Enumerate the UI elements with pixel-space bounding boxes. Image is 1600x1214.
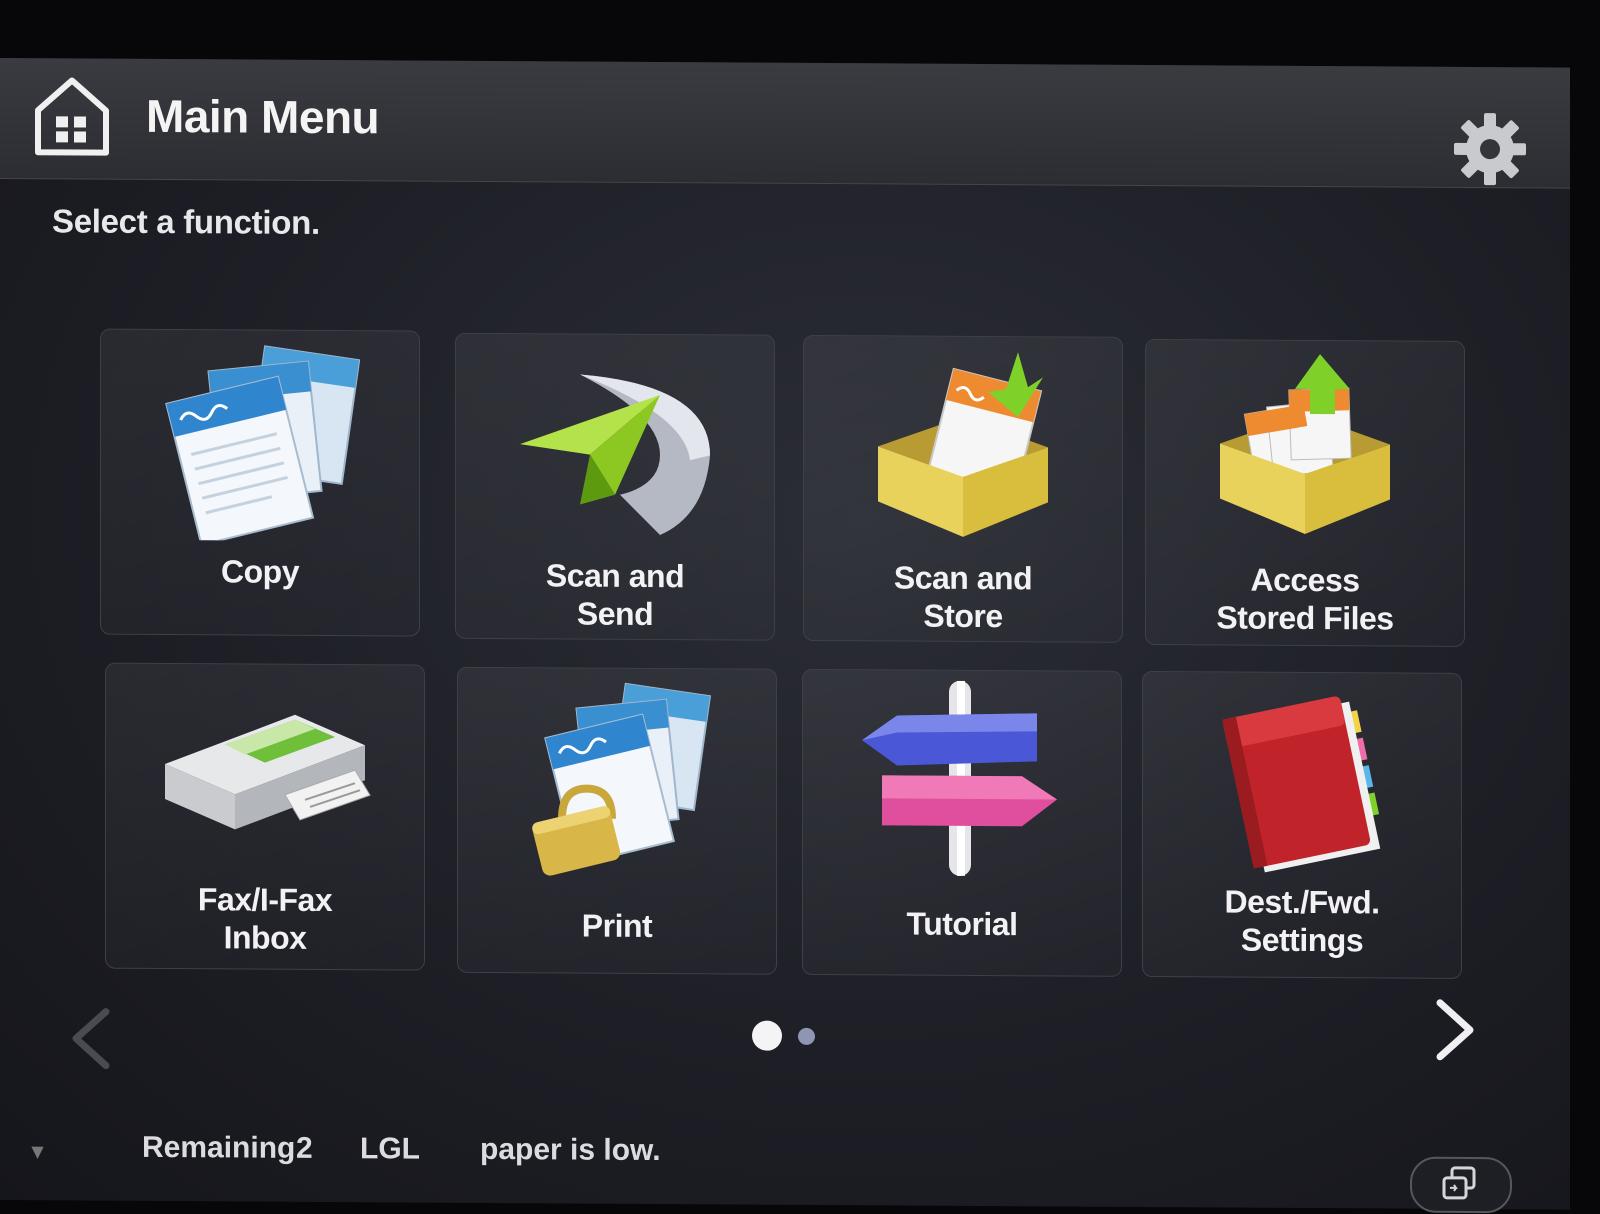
scan-and-send-label-line2: Send	[576, 595, 654, 632]
fax-inbox-button[interactable]: Fax/I-Fax Inbox	[105, 662, 425, 971]
fax-machine-icon	[165, 714, 371, 830]
fax-inbox-label-line2: Inbox	[223, 919, 307, 956]
paper-low-message: paper is low.	[480, 1132, 661, 1168]
access-stored-files-label-line2: Stored Files	[1216, 599, 1394, 637]
dest-fwd-settings-label-line2: Settings	[1240, 921, 1364, 959]
store-box-icon	[878, 352, 1048, 537]
print-button[interactable]: Print	[457, 666, 777, 975]
copy-button[interactable]: Copy	[100, 328, 420, 637]
gear-icon[interactable]	[1452, 111, 1528, 187]
copy-icon	[165, 345, 360, 542]
scan-and-store-label-line1: Scan and	[893, 559, 1033, 597]
paper-plane-icon	[520, 374, 710, 536]
remaining-label: Remaining	[142, 1130, 296, 1165]
dest-fwd-settings-label-line1: Dest./Fwd.	[1224, 883, 1380, 921]
switch-screen-button[interactable]	[1410, 1156, 1512, 1214]
stored-files-icon	[1220, 354, 1390, 534]
scan-and-store-button[interactable]: Scan and Store	[803, 334, 1123, 643]
copy-label: Copy	[221, 553, 299, 590]
page-indicator-inactive[interactable]	[798, 1027, 815, 1045]
address-book-icon	[1222, 696, 1381, 873]
chevron-left-icon[interactable]	[66, 1003, 116, 1073]
chevron-right-icon[interactable]	[1430, 995, 1480, 1065]
secure-print-icon	[532, 682, 712, 876]
access-stored-files-button[interactable]: Access Stored Files	[1145, 338, 1465, 647]
paper-size: LGL	[360, 1132, 420, 1166]
status-bar: ▾ Remaining 2 LGL paper is low.	[0, 1108, 1570, 1214]
instruction-text: Select a function.	[52, 202, 320, 241]
title-bar: Main Menu	[0, 58, 1570, 189]
fax-inbox-label-line1: Fax/I-Fax	[197, 881, 333, 919]
scan-and-store-label-line2: Store	[923, 597, 1003, 635]
remaining-count: 2	[296, 1131, 313, 1165]
dest-fwd-settings-button[interactable]: Dest./Fwd. Settings	[1142, 670, 1462, 979]
print-label: Print	[581, 907, 653, 944]
tutorial-button[interactable]: Tutorial	[802, 668, 1122, 977]
tutorial-label: Tutorial	[906, 905, 1018, 943]
scan-and-send-button[interactable]: Scan and Send	[455, 332, 775, 641]
signpost-icon	[862, 680, 1057, 876]
switch-screen-icon	[1442, 1166, 1476, 1200]
home-icon[interactable]	[32, 72, 112, 158]
page-title: Main Menu	[146, 89, 380, 144]
scan-and-send-label-line1: Scan and	[545, 557, 685, 595]
page-indicator-active[interactable]	[752, 1020, 782, 1051]
main-menu-screen: Main Menu Select a function. Copy Scan a…	[0, 58, 1570, 1214]
status-indicator-icon: ▾	[32, 1138, 44, 1164]
access-stored-files-label-line1: Access	[1250, 561, 1360, 599]
